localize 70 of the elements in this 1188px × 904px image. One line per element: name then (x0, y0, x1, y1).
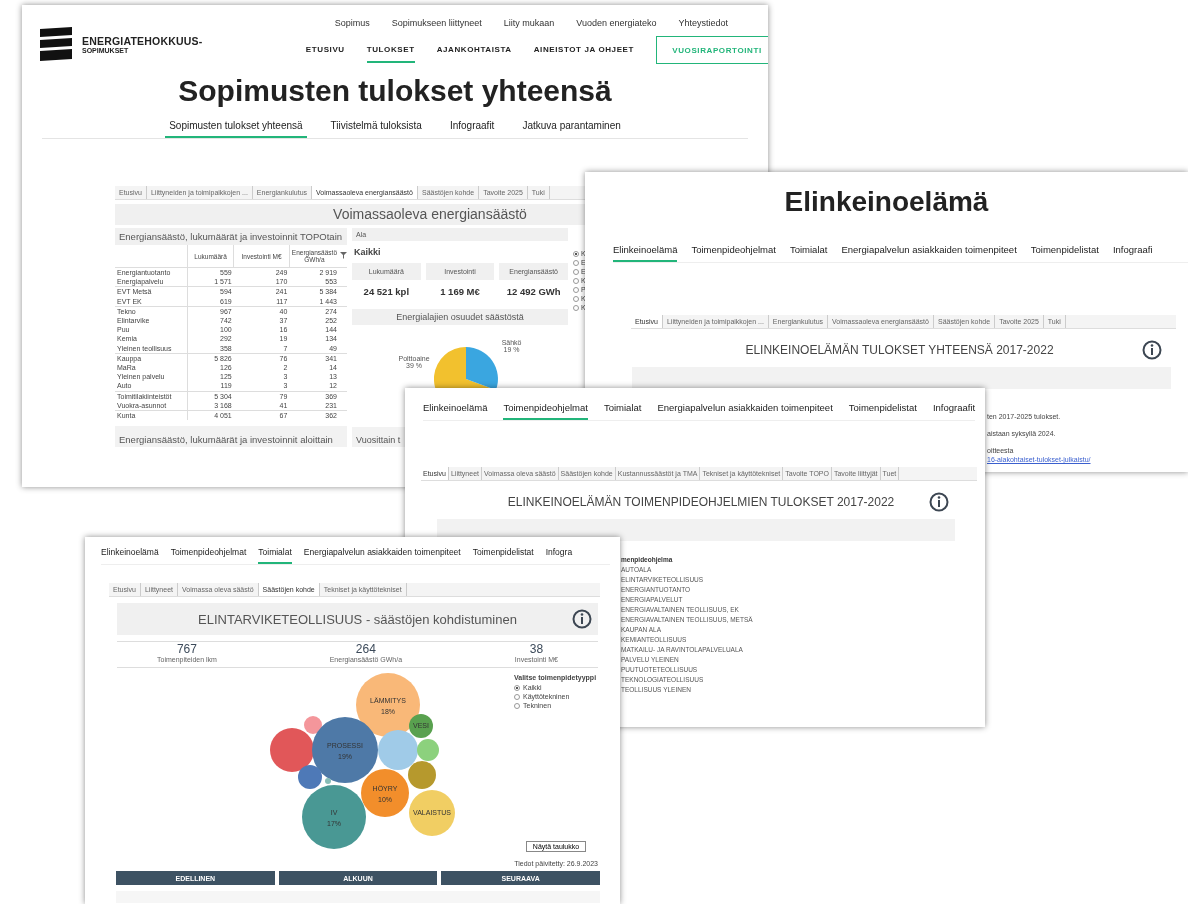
page-tab[interactable]: Toimialat (258, 543, 292, 564)
top-link[interactable]: Yhteystiedot (678, 18, 728, 28)
radio-button[interactable] (573, 277, 579, 284)
sub-tab[interactable]: Jatkuva parantaminen (518, 116, 625, 138)
page-tab[interactable]: Infogra (545, 543, 573, 564)
bubble[interactable] (298, 765, 322, 789)
bubble[interactable] (378, 730, 418, 770)
bubble[interactable] (302, 785, 366, 849)
radio-button[interactable] (514, 693, 520, 700)
page-tab[interactable]: Elinkeinoelämä (423, 398, 488, 420)
page-tab[interactable]: Toimenpidelistat (848, 398, 917, 420)
page-tab[interactable]: Elinkeinoelämä (613, 240, 678, 262)
page-tab[interactable]: Energiapalvelun asiakkaiden toimenpiteet (657, 398, 833, 420)
top-link[interactable]: Liity mukaan (503, 18, 555, 28)
radio-button[interactable] (573, 286, 579, 293)
kpi-value: 12 492 GWh (505, 285, 562, 299)
main-nav-item[interactable]: TULOKSET (366, 37, 415, 63)
page-tab[interactable]: Toimenpideohjelmat (691, 240, 776, 262)
page-tab[interactable]: Toimialat (789, 240, 828, 262)
main-nav-item[interactable]: ETUSIVU (305, 37, 345, 63)
kpi-value: 264 (355, 642, 376, 656)
radio-button[interactable] (573, 259, 579, 266)
chart-title: Energialajien osuudet säästöstä (352, 309, 568, 325)
main-nav-item[interactable]: AINEISTOT JA OHJEET (533, 37, 634, 63)
page-tab[interactable]: Toimenpidelistat (472, 543, 534, 564)
bubble[interactable] (361, 769, 409, 817)
page-tab[interactable]: Infograafit (932, 398, 976, 420)
section-title: Energiansäästö, lukumäärät ja investoinnit aloittain (115, 426, 347, 448)
dashboard-title: ELINKEINOELÄMÄN TOIMENPIDEOHJELMIEN TULOKSET 2017-2022 (507, 495, 895, 509)
page-tab[interactable]: Energiapalvelun asiakkaiden toimenpiteet (303, 543, 461, 564)
bubble[interactable] (409, 790, 455, 836)
page-tab[interactable]: Toimenpidelistat (1030, 240, 1099, 262)
filter-value: Kaikki (353, 246, 382, 259)
sub-tab[interactable]: Sopimusten tulokset yhteensä (165, 116, 307, 138)
main-nav-item[interactable]: AJANKOHTAISTA (436, 37, 512, 63)
page-tab[interactable]: Infograafi (1112, 240, 1153, 262)
bubble[interactable] (270, 728, 314, 772)
logo-text: ENERGIATEHOKKUUS- (82, 34, 203, 47)
table-title: Energiansäästö, lukumäärät ja investoinnit TOPOtain (115, 228, 347, 245)
kpi-value: 767 (176, 642, 197, 656)
sub-tab[interactable]: Infograafit (445, 116, 499, 138)
radio-button[interactable] (573, 304, 579, 311)
dashboard-title: ELINTARVIKETEOLLISUUS - säästöjen kohdistuminen (198, 611, 517, 627)
bubble[interactable] (304, 716, 322, 734)
info-icon[interactable] (1142, 340, 1162, 360)
top-link[interactable]: Sopimus (334, 18, 370, 28)
kpi-value: 38 (529, 642, 544, 656)
bubble[interactable] (409, 714, 433, 738)
bubble[interactable] (312, 717, 378, 783)
page-tab[interactable]: Energiapalvelun asiakkaiden toimenpiteet (841, 240, 1017, 262)
info-icon[interactable] (572, 609, 592, 629)
radio-button[interactable] (573, 250, 579, 257)
dashboard-title: ELINKEINOELÄMÄN TULOKSET YHTEENSÄ 2017-2022 (745, 343, 1054, 357)
filter-icon[interactable] (339, 252, 347, 259)
page-tab[interactable]: Toimenpideohjelmat (170, 543, 247, 564)
top-link[interactable]: Vuoden energiateko (576, 18, 657, 28)
kpi-value: 24 521 kpl (362, 285, 411, 299)
radio-button[interactable] (573, 295, 579, 302)
info-icon[interactable] (929, 492, 949, 512)
radio-button[interactable] (514, 702, 520, 709)
page-tab[interactable]: Elinkeinoelämä (101, 543, 159, 564)
sub-tab[interactable]: Tiivistelmä tuloksista (326, 116, 426, 138)
radio-button[interactable] (514, 684, 520, 691)
page-title: Sopimusten tulokset yhteensä (177, 74, 613, 108)
page-tab[interactable]: Toimialat (603, 398, 642, 420)
top-link[interactable]: Sopimukseen liittyneet (391, 18, 482, 28)
page-tab[interactable]: Toimenpideohjelmat (503, 398, 588, 420)
page-title: Elinkeinoelämä (783, 186, 990, 218)
radio-button[interactable] (573, 268, 579, 275)
kpi-value: 1 169 M€ (439, 285, 481, 299)
